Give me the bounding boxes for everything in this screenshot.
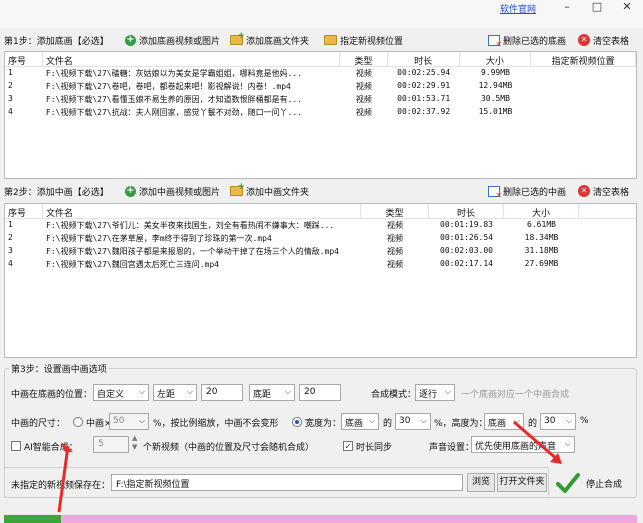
step2-toolbar: 第2步：添加中画【必选】 + 添加中画视频或图片 添加中画文件夹 删除已选的中画… [0,182,643,200]
chevron-down-icon: ⌵ [368,416,375,425]
width-percent-select[interactable]: 30 ⌵ [395,413,431,430]
percent-sign: % [580,416,589,426]
browse-button[interactable]: 浏览 [467,473,495,492]
duration-sync-checkbox[interactable]: ✓ [343,441,353,451]
chevron-down-icon: ⌵ [444,387,451,396]
chevron-down-icon: ⌵ [138,416,145,425]
step2-label: 第2步：添加中画【必选】 [4,188,109,198]
table-row[interactable]: 4 F:\视频下载\27\抗战：夫人刚回家，感觉丫鬟不对劲，随口一问丫... 视频… [5,106,636,119]
clear-base-table-button[interactable]: ✕ 清空表格 [578,32,629,48]
scale-percent-label: 中画× [86,419,112,429]
add-overlay-folder-button[interactable]: 添加中画文件夹 [230,182,309,199]
height-label: %，高度为： [434,419,488,429]
table-row[interactable]: 1 F:\视频下载\27\爷们儿：美女半夜来找国生，刘全有看热闹不嫌事大：嘲踩..… [5,219,636,232]
table-row[interactable]: 1 F:\视频下载\27\磕糖：灰姑娘以为美女是学霸姐姐，哪料竟是他妈... 视频… [5,67,636,80]
progress-bar [4,514,637,523]
width-label: 宽度为： [305,419,342,429]
scale-percent-unit: %，按比例缩放，中画不会变形 [153,419,279,429]
title-bar: 软件官网 – □ ✕ [0,0,643,28]
delete-selected-overlay-button[interactable]: 删除已选的中画 [488,183,566,200]
sound-setting-label: 声音设置： [429,443,475,453]
add-base-video-button[interactable]: + 添加底画视频或图片 [125,32,220,48]
blend-mode-hint: 一个底画对应一个中画合成 [461,390,570,400]
table-row[interactable]: 3 F:\视频下载\27\看懂玉娘不易生养的原因，才知道数恨胖桶都是有... 视频… [5,93,636,106]
table-header: 序号 文件名 类型 时长 大小 指定新视频位置 [5,52,636,67]
table-header: 序号 文件名 类型 时长 大小 [5,204,636,219]
of-label: 的 [383,419,393,429]
horizontal-offset-input[interactable]: 20 [201,384,243,401]
maximize-button[interactable]: □ [583,0,611,16]
save-location-row: 未指定的新视频保存在： F:\指定新视频位置 浏览 打开文件夹 [4,467,549,498]
minimize-button[interactable]: – [553,0,581,16]
add-folder-icon [230,31,245,45]
table-row[interactable]: 2 F:\视频下载\27\在茅草屋，李m终于得到了珍珠的第一次.mp4 视频 00:… [5,232,636,245]
table-row[interactable]: 4 F:\视频下载\27\魏回宫遇太后死亡三连问.mp4 视频 00:02:17.1… [5,258,636,271]
ai-count-stepper[interactable]: 5 [93,436,129,453]
stepper-arrows-icon[interactable]: ▲ ▼ [132,434,137,452]
chevron-down-icon: ⌵ [420,416,427,425]
overlay-video-table[interactable]: 序号 文件名 类型 时长 大小 1 F:\视频下载\27\爷们儿：美女半夜来找国生… [4,203,637,358]
position-mode-select[interactable]: 自定义 ⌵ [93,384,149,401]
vertical-anchor-select[interactable]: 底距 ⌵ [249,384,295,401]
folder-icon [324,35,337,45]
save-path-input[interactable]: F:\指定新视频位置 [111,474,463,491]
close-button[interactable]: ✕ [613,0,641,16]
base-video-table[interactable]: 序号 文件名 类型 时长 大小 指定新视频位置 1 F:\视频下载\27\磕糖：灰… [4,51,637,179]
annotation-arrow-left [57,442,73,513]
scale-percent-radio[interactable] [73,417,83,427]
stop-compose-button[interactable]: 停止合成 [552,466,638,500]
step3-legend: 第3步：设置画中画选项 [9,362,109,375]
clear-icon: ✕ [578,185,590,197]
progress-fill [4,515,61,523]
width-reference-select[interactable]: 底画 ⌵ [341,413,379,430]
checkmark-icon [556,473,580,493]
ai-compose-hint: 个新视频（中画的位置及尺寸会随机合成） [143,443,315,453]
add-folder-icon [230,182,245,196]
chevron-down-icon: ⌵ [284,387,291,396]
add-icon: + [125,33,136,46]
add-base-folder-button[interactable]: 添加底画文件夹 [230,31,309,48]
open-folder-button[interactable]: 打开文件夹 [497,473,547,492]
official-site-link[interactable]: 软件官网 [500,2,536,15]
position-label: 中画在底画的位置： [11,390,93,400]
chevron-down-icon: ⌵ [565,416,572,425]
duration-sync-label: 时长同步 [356,443,393,453]
chevron-down-icon: ⌵ [186,387,193,396]
annotation-arrow-right [513,420,562,464]
vertical-offset-input[interactable]: 20 [299,384,341,401]
add-icon: + [125,184,136,197]
add-overlay-video-button[interactable]: + 添加中画视频或图片 [125,183,220,199]
step1-toolbar: 第1步：添加底画【必选】 + 添加底画视频或图片 添加底画文件夹 指定新视频位置… [0,31,643,49]
scale-percent-select[interactable]: 50 ⌵ [109,413,149,430]
blend-mode-label: 合成模式： [371,390,417,400]
delete-list-icon [488,185,502,200]
horizontal-anchor-select[interactable]: 左距 ⌵ [153,384,197,401]
chevron-down-icon: ⌵ [138,387,145,396]
clear-overlay-table-button[interactable]: ✕ 清空表格 [578,183,629,199]
delete-selected-base-button[interactable]: 删除已选的底画 [488,32,566,49]
custom-size-radio[interactable] [292,417,302,427]
clear-icon: ✕ [578,34,590,46]
table-row[interactable]: 2 F:\视频下载\27\卷吧，卷吧，都卷起来吧！影视解说！内卷！.mp4 视频 0… [5,80,636,93]
table-row[interactable]: 3 F:\视频下载\27\魏阳孩子都是来报恩的，一个举动干掉了在场三个人的情敌.m… [5,245,636,258]
ai-compose-checkbox[interactable] [11,441,21,451]
delete-list-icon [488,34,502,49]
step1-label: 第1步：添加底画【必选】 [4,37,109,47]
blend-mode-select[interactable]: 逐行 ⌵ [415,384,455,401]
set-output-location-button[interactable]: 指定新视频位置 [324,32,403,48]
size-label: 中画的尺寸： [11,419,66,429]
